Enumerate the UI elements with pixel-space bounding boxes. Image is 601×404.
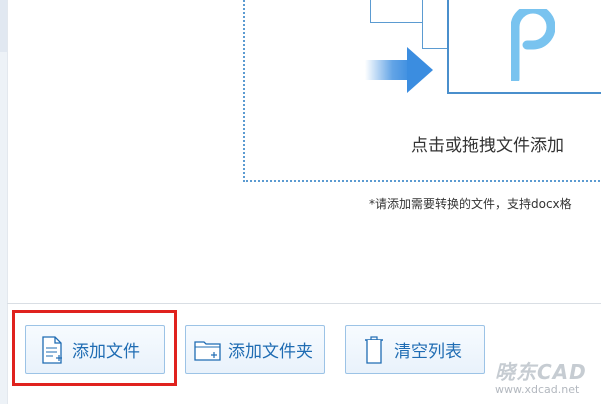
left-panel-selected-item[interactable]: [0, 0, 7, 52]
supported-formats-note: *请添加需要转换的文件，支持docx格: [369, 197, 572, 211]
toolbar-divider: [7, 303, 601, 304]
folder-add-icon: [194, 335, 222, 365]
left-panel-strip: [0, 0, 8, 404]
clear-list-button[interactable]: 清空列表: [345, 325, 485, 374]
watermark: 晓东CAD www.xdcad.net: [495, 356, 587, 396]
drop-zone-hint: 点击或拖拽文件添加: [411, 136, 564, 156]
add-folder-label: 添加文件夹: [228, 342, 313, 362]
app-logo-p-icon: [511, 9, 555, 81]
right-arrow-icon: [365, 47, 433, 93]
trash-icon: [360, 335, 388, 365]
watermark-url: www.xdcad.net: [495, 383, 580, 396]
file-add-icon: [38, 335, 66, 365]
add-folder-button[interactable]: 添加文件夹: [185, 325, 325, 374]
watermark-title: 晓东CAD: [495, 360, 587, 384]
clear-list-label: 清空列表: [394, 342, 462, 362]
add-file-button[interactable]: 添加文件: [25, 325, 165, 374]
document-stack-back-icon: [370, 0, 424, 23]
add-file-label: 添加文件: [72, 342, 140, 362]
